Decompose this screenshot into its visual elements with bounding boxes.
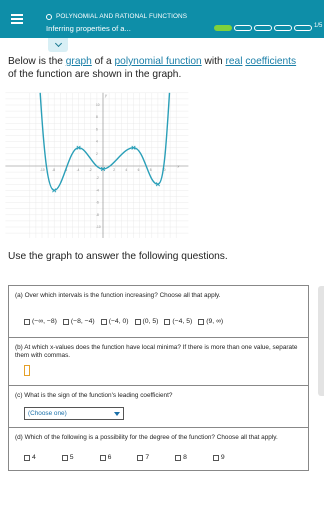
collapse-button[interactable] — [48, 38, 68, 52]
checkbox[interactable] — [24, 454, 30, 461]
option-a-4[interactable]: (0, 5) — [134, 318, 158, 325]
y-tick-label: -8 — [96, 213, 99, 217]
option-d-6[interactable]: 9 — [212, 454, 225, 461]
question-a: (a) Over which intervals is the function… — [9, 286, 308, 338]
option-a-3[interactable]: (−4, 0) — [100, 318, 129, 325]
x-tick-label: 8 — [150, 168, 152, 172]
checkbox[interactable] — [198, 318, 205, 325]
circle-icon — [46, 13, 52, 20]
real-link[interactable]: real — [225, 56, 242, 67]
progress-count: 1/5 — [314, 23, 323, 29]
function-graph: -10 -8 -6 -4 -2 2 4 6 8 10108642-2-4-6-8-10yx — [5, 92, 189, 238]
option-d-5[interactable]: 8 — [175, 454, 187, 461]
progress-segment — [214, 25, 232, 31]
x-tick-label: -2 — [89, 168, 92, 172]
y-tick-label: 2 — [96, 152, 98, 156]
checkbox[interactable] — [100, 318, 107, 325]
progress-segment — [254, 25, 272, 31]
question-b: (b) At which x-values does the function … — [9, 338, 308, 386]
side-scrollbar[interactable] — [318, 286, 324, 396]
checkbox[interactable] — [137, 454, 144, 461]
checkbox[interactable] — [61, 454, 68, 461]
question-c: (c) What is the sign of the function's l… — [9, 386, 308, 428]
y-tick-label: -2 — [96, 176, 99, 180]
checkbox[interactable] — [164, 318, 171, 325]
progress-bar — [214, 25, 312, 31]
polynomial-function-link[interactable]: polynomial function — [114, 56, 201, 67]
questions-panel: (a) Over which intervals is the function… — [8, 285, 309, 471]
question-a-options: (−∞, −8) (−8, −4) (−4, 0) (0, 5) (−4, 5)… — [24, 318, 223, 325]
coefficients-link[interactable]: coefficients — [245, 56, 296, 67]
x-tick-label: 2 — [113, 168, 115, 172]
y-tick-label: -4 — [96, 188, 99, 192]
lesson-subtitle: Inferring properties of a... — [46, 24, 131, 33]
progress-segment — [234, 25, 252, 31]
question-d-options: 4 5 6 7 8 9 — [24, 454, 225, 461]
top-header: POLYNOMIAL AND RATIONAL FUNCTIONS Inferr… — [0, 0, 324, 38]
checkbox[interactable] — [175, 454, 182, 461]
x-tick-label: 4 — [125, 168, 127, 172]
hamburger-icon — [11, 14, 23, 24]
y-axis-label: y — [104, 92, 108, 97]
instruction-text: Use the graph to answer the following qu… — [8, 251, 228, 262]
x-tick-label: -8 — [52, 168, 55, 172]
checkbox[interactable] — [62, 318, 69, 325]
checkbox[interactable] — [212, 454, 219, 461]
y-tick-label: -6 — [96, 201, 99, 205]
option-d-2[interactable]: 5 — [61, 454, 74, 461]
x-tick-label: -4 — [77, 168, 80, 172]
checkbox[interactable] — [134, 318, 141, 325]
y-tick-label: 10 — [96, 103, 100, 107]
checkbox[interactable] — [24, 318, 30, 325]
menu-button[interactable] — [0, 0, 34, 38]
option-a-2[interactable]: (−8, −4) — [62, 318, 95, 325]
progress-segment — [274, 25, 292, 31]
option-a-1[interactable]: (−∞, −8) — [24, 318, 57, 325]
y-tick-label: 4 — [96, 140, 98, 144]
dropdown-arrow-icon — [114, 411, 120, 416]
y-tick-label: -10 — [96, 225, 101, 229]
progress-segment — [294, 25, 312, 31]
problem-intro: Below is the graph of a polynomial funct… — [8, 56, 297, 80]
x-tick-label: -10 — [40, 168, 45, 172]
option-d-3[interactable]: 6 — [99, 454, 111, 461]
sign-select[interactable]: (Choose one) — [24, 407, 124, 420]
checkbox[interactable] — [99, 454, 106, 461]
answer-input[interactable] — [24, 365, 30, 376]
option-a-6[interactable]: (9, ∞) — [198, 318, 223, 325]
option-d-1[interactable]: 4 — [24, 454, 36, 461]
option-d-4[interactable]: 7 — [137, 454, 149, 461]
y-tick-label: 8 — [96, 115, 98, 119]
chevron-down-icon — [54, 39, 62, 48]
graph-link[interactable]: graph — [66, 56, 92, 67]
option-a-5[interactable]: (−4, 5) — [164, 318, 192, 325]
question-d: (d) Which of the following is a possibil… — [15, 434, 278, 461]
x-tick-label: 6 — [138, 168, 140, 172]
topic-title: POLYNOMIAL AND RATIONAL FUNCTIONS — [46, 13, 187, 20]
y-tick-label: 6 — [96, 127, 98, 131]
